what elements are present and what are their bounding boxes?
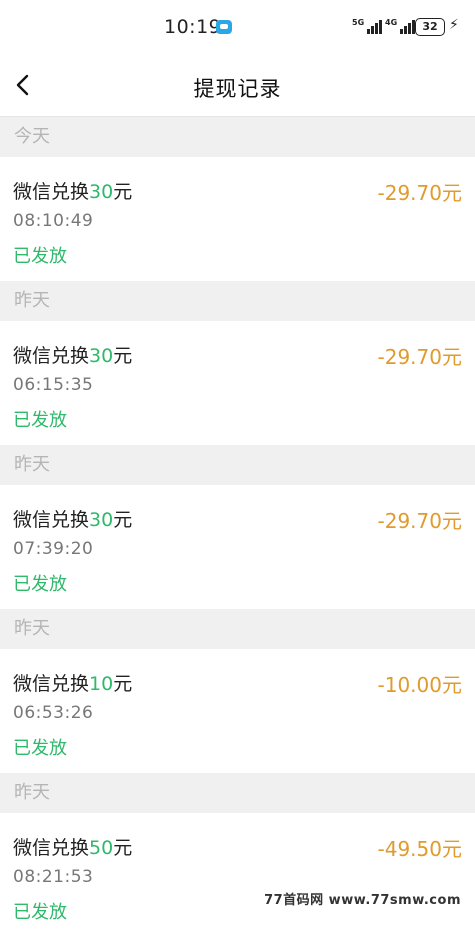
list-item[interactable]: 微信兑换30元 -29.70元 06:15:35 已发放 xyxy=(0,321,475,445)
list-item[interactable]: 微信兑换10元 -10.00元 06:53:26 已发放 xyxy=(0,649,475,773)
message-notification-icon xyxy=(216,20,232,34)
record-amount: -49.50元 xyxy=(377,837,462,861)
record-time: 06:53:26 xyxy=(13,703,94,723)
record-time: 06:15:35 xyxy=(13,375,94,395)
record-time: 07:39:20 xyxy=(13,539,94,559)
date-section-header: 今天 xyxy=(0,117,475,157)
record-status: 已发放 xyxy=(13,410,67,431)
record-value: 10 xyxy=(89,673,114,695)
record-amount: -10.00元 xyxy=(377,673,462,697)
record-time: 08:10:49 xyxy=(13,211,94,231)
list-item[interactable]: 微信兑换30元 -29.70元 07:39:20 已发放 xyxy=(0,485,475,609)
record-value: 30 xyxy=(89,345,114,367)
record-value: 30 xyxy=(89,181,114,203)
record-title: 微信兑换30元 xyxy=(13,509,133,531)
record-value: 50 xyxy=(89,837,114,859)
status-bar: 10:19 5G 4G 32 ⚡ xyxy=(0,0,475,56)
record-status: 已发放 xyxy=(13,738,67,759)
record-value: 30 xyxy=(89,509,114,531)
record-title: 微信兑换30元 xyxy=(13,181,133,203)
date-section-header: 昨天 xyxy=(0,281,475,321)
withdrawal-list: 今天 微信兑换30元 -29.70元 08:10:49 已发放 昨天 微信兑换3… xyxy=(0,117,475,937)
record-status: 已发放 xyxy=(13,574,67,595)
list-item[interactable]: 微信兑换50元 -49.50元 08:21:53 已发放 xyxy=(0,813,475,937)
charging-icon: ⚡ xyxy=(449,17,459,33)
record-title: 微信兑换50元 xyxy=(13,837,133,859)
record-amount: -29.70元 xyxy=(377,345,462,369)
status-time: 10:19 xyxy=(164,16,222,38)
record-status: 已发放 xyxy=(13,246,67,267)
signal-4g-icon: 4G xyxy=(385,18,416,34)
page-title: 提现记录 xyxy=(193,77,282,101)
network-label-5g: 5G xyxy=(352,18,365,27)
record-title: 微信兑换30元 xyxy=(13,345,133,367)
battery-icon: 32 xyxy=(415,18,445,36)
site-watermark: 77首码网 www.77smw.com xyxy=(260,888,465,909)
list-item[interactable]: 微信兑换30元 -29.70元 08:10:49 已发放 xyxy=(0,157,475,281)
date-section-header: 昨天 xyxy=(0,609,475,649)
record-time: 08:21:53 xyxy=(13,867,94,887)
date-section-header: 昨天 xyxy=(0,445,475,485)
record-amount: -29.70元 xyxy=(377,181,462,205)
date-section-header: 昨天 xyxy=(0,773,475,813)
network-label-4g: 4G xyxy=(385,18,398,27)
nav-bar: 提现记录 xyxy=(0,56,475,117)
record-status: 已发放 xyxy=(13,902,67,923)
record-amount: -29.70元 xyxy=(377,509,462,533)
record-title: 微信兑换10元 xyxy=(13,673,133,695)
signal-5g-icon: 5G xyxy=(352,18,383,34)
